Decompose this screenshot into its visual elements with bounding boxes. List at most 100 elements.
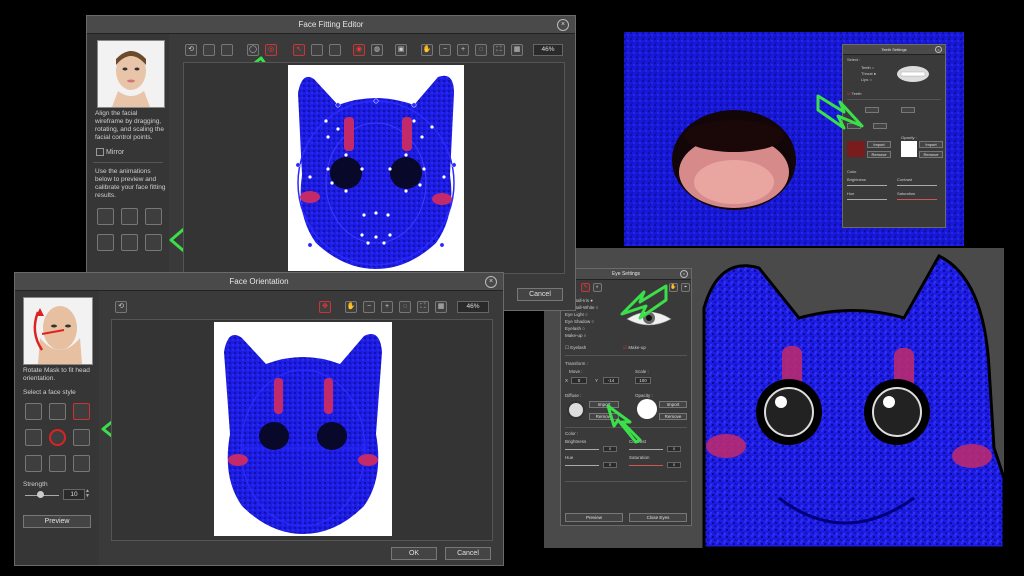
face-style-button-7[interactable] bbox=[25, 455, 42, 472]
orientation-fit-view-icon[interactable]: ⛶ bbox=[417, 301, 429, 313]
orientation-zoom-in-icon[interactable]: + bbox=[381, 301, 393, 313]
toolbar-icon-9[interactable]: ◉ bbox=[353, 44, 365, 56]
face-orientation-ok-button[interactable]: OK bbox=[391, 547, 437, 560]
mirror-checkbox[interactable]: Mirror bbox=[96, 148, 124, 156]
eye-part-eyelash[interactable]: Eyelash ○ bbox=[565, 325, 598, 332]
orientation-fit-all-icon[interactable]: ▦ bbox=[435, 301, 447, 313]
eye-tool-icon-4[interactable]: ⌖ bbox=[681, 283, 690, 292]
teeth-opacity-import-button[interactable]: Import bbox=[919, 141, 943, 148]
hand-pan-icon[interactable]: ✋ bbox=[421, 44, 433, 56]
face-fitting-cancel-button[interactable]: Cancel bbox=[517, 288, 563, 301]
fit-view-icon[interactable]: ⛶ bbox=[493, 44, 505, 56]
orientation-rotate-icon[interactable]: ✥ bbox=[319, 301, 331, 313]
toolbar-icon-7[interactable] bbox=[311, 44, 323, 56]
contrast-slider[interactable] bbox=[629, 449, 663, 450]
toolbar-icon-2[interactable] bbox=[203, 44, 215, 56]
teeth-select-label: Select : bbox=[847, 57, 861, 62]
anim-button-6[interactable] bbox=[145, 234, 162, 251]
face-style-button-1[interactable] bbox=[25, 403, 42, 420]
saturation-value[interactable]: 0 bbox=[667, 462, 681, 468]
face-fitting-canvas[interactable] bbox=[288, 65, 464, 271]
anim-button-1[interactable] bbox=[97, 208, 114, 225]
eye-part-shadow[interactable]: Eye Shadow ○ bbox=[565, 318, 598, 325]
face-style-button-6[interactable] bbox=[73, 429, 90, 446]
strength-stepper-icon[interactable]: ▲ ▼ bbox=[85, 489, 91, 500]
eye-tool-icon-2[interactable]: ◐ bbox=[593, 283, 602, 292]
face-style-button-3[interactable] bbox=[73, 403, 90, 420]
face-orientation-cancel-button[interactable]: Cancel bbox=[445, 547, 491, 560]
teeth-saturation-slider[interactable] bbox=[897, 199, 937, 200]
teeth-opacity-remove-button[interactable]: Remove bbox=[919, 151, 943, 158]
fit-all-icon[interactable]: ▦ bbox=[511, 44, 523, 56]
teeth-brightness-label: Brightness bbox=[847, 177, 866, 182]
zoom-in-icon[interactable]: + bbox=[457, 44, 469, 56]
face-reference-icon bbox=[112, 51, 150, 107]
toolbar-icon-10[interactable]: ◍ bbox=[371, 44, 383, 56]
anim-button-4[interactable] bbox=[97, 234, 114, 251]
strength-slider-thumb[interactable] bbox=[37, 491, 44, 498]
face-orientation-titlebar: Face Orientation × bbox=[15, 273, 503, 291]
face-orientation-preview-button[interactable]: Preview bbox=[23, 515, 91, 528]
select-tool-icon[interactable]: ↖ bbox=[293, 44, 305, 56]
face-style-button-2[interactable] bbox=[49, 403, 66, 420]
contrast-value[interactable]: 0 bbox=[667, 446, 681, 452]
zoom-reset-icon[interactable]: ◌ bbox=[475, 44, 487, 56]
face-style-button-8[interactable] bbox=[49, 455, 66, 472]
brightness-slider[interactable] bbox=[565, 449, 599, 450]
orientation-hand-icon[interactable]: ✋ bbox=[345, 301, 357, 313]
move-y-field[interactable]: -14 bbox=[603, 377, 619, 384]
toolbar-icon-8[interactable] bbox=[329, 44, 341, 56]
opacity-label: Opacity : bbox=[635, 393, 653, 398]
teeth-contrast-slider[interactable] bbox=[897, 185, 937, 186]
toolbar-icon-11[interactable]: ▣ bbox=[395, 44, 407, 56]
teeth-import-button[interactable]: Import bbox=[867, 141, 891, 148]
orientation-zoom-out-icon[interactable]: − bbox=[363, 301, 375, 313]
zoom-field[interactable]: 46% bbox=[533, 44, 563, 56]
strength-field[interactable]: 10 bbox=[63, 489, 85, 500]
eye-part-makeup[interactable]: Make-up ○ bbox=[565, 332, 598, 339]
face-style-button-4[interactable] bbox=[25, 429, 42, 446]
brightness-value[interactable]: 0 bbox=[603, 446, 617, 452]
face-orientation-viewport bbox=[111, 319, 493, 541]
teeth-brightness-slider[interactable] bbox=[847, 185, 887, 186]
teeth-placeholder-4[interactable] bbox=[873, 123, 887, 129]
teeth-placeholder-2[interactable] bbox=[901, 107, 915, 113]
move-x-field[interactable]: 0 bbox=[571, 377, 587, 384]
opacity-remove-button[interactable]: Remove bbox=[659, 413, 687, 420]
move-label: Move : bbox=[569, 369, 583, 374]
face-orientation-instructions: Rotate Mask to fit head orientation. bbox=[23, 367, 90, 382]
hue-value[interactable]: 0 bbox=[603, 462, 617, 468]
anim-button-5[interactable] bbox=[121, 234, 138, 251]
orientation-zoom-reset-icon[interactable]: ◌ bbox=[399, 301, 411, 313]
face-orientation-close-button[interactable]: × bbox=[485, 276, 497, 288]
orientation-zoom-field[interactable]: 46% bbox=[457, 301, 489, 313]
saturation-label: Saturation bbox=[629, 455, 650, 460]
hue-slider[interactable] bbox=[565, 465, 599, 466]
zoom-out-icon[interactable]: − bbox=[439, 44, 451, 56]
anim-button-3[interactable] bbox=[145, 208, 162, 225]
face-orientation-canvas[interactable] bbox=[214, 322, 392, 536]
teeth-saturation-label: Saturation bbox=[897, 191, 916, 196]
eye-preview-button[interactable]: Preview bbox=[565, 513, 623, 522]
scale-field[interactable]: 100 bbox=[635, 377, 651, 384]
face-style-button-5[interactable] bbox=[49, 429, 66, 446]
teeth-option-lips[interactable]: Lips ○ bbox=[861, 77, 876, 83]
reset-icon[interactable]: ⟲ bbox=[185, 44, 197, 56]
eyelash-checkbox[interactable]: ☐ Eyelash bbox=[565, 345, 586, 351]
green-arrow-teeth bbox=[816, 94, 864, 130]
eye-tool-icon-1[interactable]: ✎ bbox=[581, 283, 590, 292]
teeth-hue-slider[interactable] bbox=[847, 199, 887, 200]
face-fitting-editor-window: Face Fitting Editor × Align the facial w… bbox=[86, 15, 576, 311]
face-fitting-close-button[interactable]: × bbox=[557, 19, 569, 31]
eye-part-light[interactable]: Eye Light ○ bbox=[565, 311, 598, 318]
teeth-settings-close-button[interactable]: × bbox=[935, 46, 942, 53]
opacity-import-button[interactable]: Import bbox=[659, 401, 687, 408]
saturation-slider[interactable] bbox=[629, 465, 663, 466]
eye-settings-close-button[interactable]: × bbox=[680, 270, 688, 278]
anim-button-2[interactable] bbox=[121, 208, 138, 225]
teeth-remove-button[interactable]: Remove bbox=[867, 151, 891, 158]
face-style-button-9[interactable] bbox=[73, 455, 90, 472]
makeup-checkbox[interactable]: ☑ Make-up bbox=[623, 345, 646, 351]
orientation-reset-icon[interactable]: ⟲ bbox=[115, 301, 127, 313]
close-eyes-button[interactable]: Close Eyes bbox=[629, 513, 687, 522]
